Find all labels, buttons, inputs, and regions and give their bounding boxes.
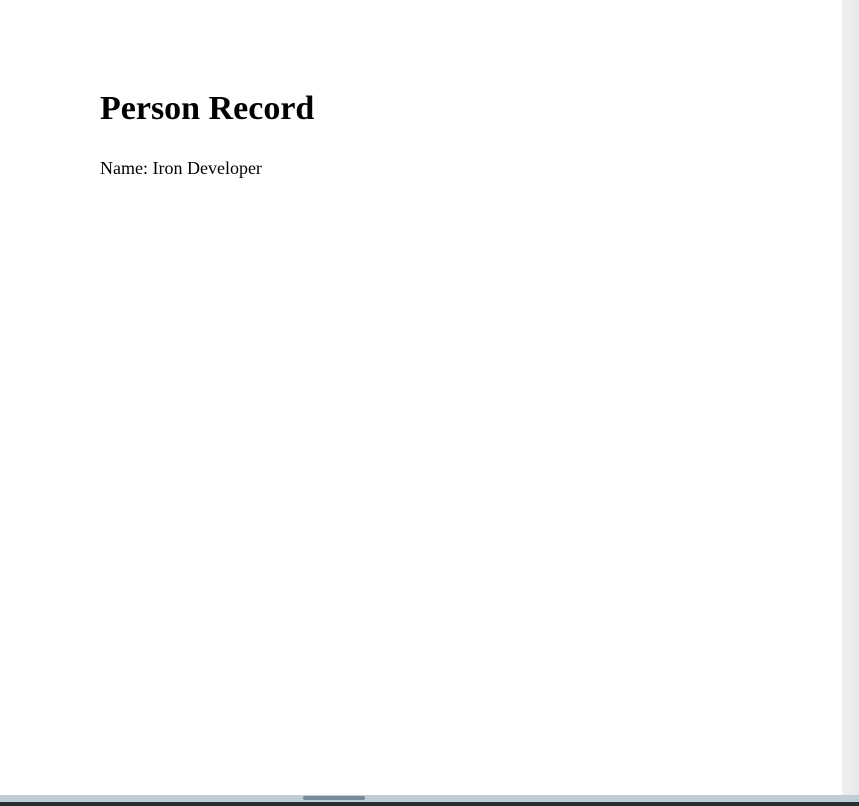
- name-field: Name: Iron Developer: [100, 156, 742, 181]
- page-title: Person Record: [100, 90, 742, 128]
- bottom-dark-strip: [0, 802, 859, 806]
- document-page: Person Record Name: Iron Developer: [0, 0, 842, 806]
- horizontal-scroll-thumb[interactable]: [303, 796, 365, 800]
- page-right-edge: [842, 0, 859, 806]
